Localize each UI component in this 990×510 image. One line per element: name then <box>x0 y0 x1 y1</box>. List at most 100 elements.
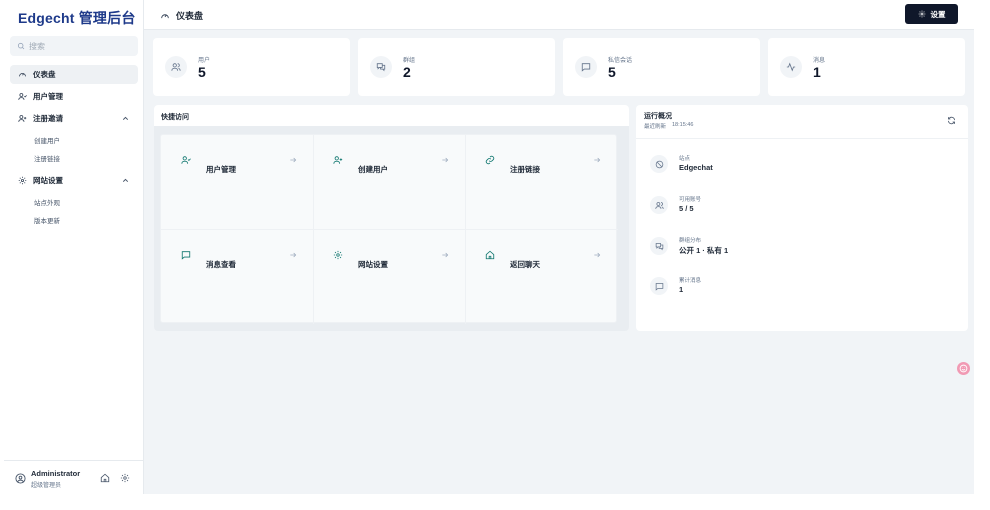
quick-access-grid: 用户管理 创建用户 注册链接 消息查看 网站设置 返回聊天 <box>160 134 618 325</box>
users-icon <box>17 92 27 102</box>
gauge-icon <box>161 13 169 18</box>
globe-icon <box>655 160 663 168</box>
overview-title: 运行概况 <box>644 113 672 120</box>
stat-value: 2 <box>403 64 411 80</box>
sidebar-item-label: 注册邀请 <box>33 114 63 123</box>
brand-logo[interactable]: Edgecht 管理后台 <box>18 8 136 28</box>
quick-access-header: 快捷访问 <box>154 105 629 126</box>
settings-button-label: 设置 <box>930 9 946 19</box>
user-avatar-icon[interactable] <box>15 473 26 484</box>
users-icon <box>171 63 181 71</box>
overview-row-label: 累计消息 <box>679 278 702 284</box>
sidebar-item-site-settings[interactable]: 网站设置 <box>10 171 138 190</box>
search-box[interactable] <box>10 36 138 56</box>
chat-group-icon <box>376 63 386 72</box>
sidebar-item-label: 网站设置 <box>33 176 63 185</box>
user-plus-icon <box>17 114 27 124</box>
admin-name: Administrator <box>31 469 81 478</box>
stat-value: 5 <box>608 64 616 80</box>
search-icon <box>17 42 25 50</box>
refresh-icon[interactable] <box>947 116 956 125</box>
floating-assistant-button[interactable] <box>957 362 970 375</box>
sidebar-item-invites[interactable]: 注册邀请 <box>10 109 138 128</box>
overview-row-site: 站点 Edgechat <box>650 151 950 177</box>
overview-refreshed-time: 18:15:46 <box>672 122 694 128</box>
overview-refreshed-label: 最近刷新 <box>644 124 667 130</box>
gauge-icon <box>17 70 27 80</box>
quick-tile-register-link[interactable]: 注册链接 <box>465 135 617 230</box>
users-icon <box>181 156 191 164</box>
quick-tile-label: 返回聊天 <box>510 260 540 269</box>
stat-card-groups[interactable]: 群组 2 <box>358 38 555 96</box>
top-header: 仪表盘 设置 <box>144 0 974 30</box>
overview-row-label: 站点 <box>679 156 691 162</box>
quick-tile-site-settings[interactable]: 网站设置 <box>313 230 465 325</box>
sidebar-item-users[interactable]: 用户管理 <box>10 87 138 106</box>
app-window: Edgecht 管理后台 仪表盘 用户管理 注册邀请 创建用户 注册链接 网站设… <box>4 0 974 494</box>
sidebar-subitem-appearance[interactable]: 站点外观 <box>34 197 60 207</box>
home-icon[interactable] <box>100 473 110 483</box>
stat-label: 群组 <box>403 58 416 64</box>
stat-label: 用户 <box>198 58 211 64</box>
quick-tile-messages[interactable]: 消息查看 <box>161 230 313 325</box>
sidebar-item-dashboard[interactable]: 仪表盘 <box>10 65 138 84</box>
stat-card-users[interactable]: 用户 5 <box>153 38 350 96</box>
admin-role: 超级管理员 <box>31 483 62 489</box>
page-title-text: 仪表盘 <box>176 11 204 21</box>
sidebar-subitem-updates[interactable]: 版本更新 <box>34 215 60 225</box>
overview-row-total-messages: 累计消息 1 <box>650 273 950 299</box>
activity-icon <box>786 62 796 72</box>
stat-label: 消息 <box>813 58 826 64</box>
users-icon <box>654 201 664 209</box>
quick-tile-label: 创建用户 <box>358 165 388 174</box>
sidebar-subitem-create-user[interactable]: 创建用户 <box>34 135 60 145</box>
page-title: 仪表盘 <box>160 9 203 22</box>
home-icon <box>485 250 495 260</box>
settings-button[interactable]: 设置 <box>905 4 958 24</box>
message-square-icon <box>655 282 663 291</box>
chevron-up-icon[interactable] <box>121 114 130 123</box>
gear-icon <box>333 250 343 260</box>
overview-row-value: 公开 1 · 私有 1 <box>679 246 729 255</box>
message-square-icon <box>181 251 191 260</box>
overview-row-value: Edgechat <box>679 163 713 172</box>
gear-icon[interactable] <box>120 473 130 483</box>
sidebar: Edgecht 管理后台 仪表盘 用户管理 注册邀请 创建用户 注册链接 网站设… <box>4 0 144 494</box>
arrow-right-icon <box>290 157 297 163</box>
stat-card-messages[interactable]: 消息 1 <box>768 38 965 96</box>
sidebar-subitem-register-link[interactable]: 注册链接 <box>34 153 60 163</box>
quick-tile-label: 消息查看 <box>206 260 236 269</box>
overview-panel: 运行概况 最近刷新 18:15:46 站点 Edgechat 可用账号 5 / … <box>636 105 968 331</box>
overview-row-value: 5 / 5 <box>679 204 694 213</box>
chat-group-icon <box>655 242 663 250</box>
stat-value: 5 <box>198 64 206 80</box>
smile-icon <box>959 364 968 373</box>
arrow-right-icon <box>594 252 601 258</box>
sidebar-item-label: 仪表盘 <box>33 70 56 79</box>
link-icon <box>485 155 495 165</box>
gear-icon <box>17 176 27 186</box>
overview-row-label: 可用账号 <box>679 197 702 203</box>
stat-value: 1 <box>813 64 821 80</box>
message-square-icon <box>581 63 591 72</box>
arrow-right-icon <box>594 157 601 163</box>
sidebar-footer: Administrator 超级管理员 <box>4 460 144 494</box>
quick-access-panel: 快捷访问 用户管理 创建用户 注册链接 消息查看 网站设置 返回聊天 <box>154 105 629 331</box>
user-plus-icon <box>333 156 343 164</box>
overview-row-group-distribution: 群组分布 公开 1 · 私有 1 <box>650 233 950 259</box>
overview-row-value: 1 <box>679 285 684 294</box>
quick-tile-user-management[interactable]: 用户管理 <box>161 135 313 230</box>
stat-label: 私信会话 <box>608 58 633 64</box>
quick-tile-label: 注册链接 <box>510 165 540 174</box>
overview-row-label: 群组分布 <box>679 238 702 244</box>
chevron-up-icon[interactable] <box>121 176 130 185</box>
arrow-right-icon <box>442 252 449 258</box>
quick-tile-back-to-chat[interactable]: 返回聊天 <box>465 230 617 325</box>
arrow-right-icon <box>442 157 449 163</box>
stat-card-dms[interactable]: 私信会话 5 <box>563 38 760 96</box>
search-input[interactable] <box>29 41 129 51</box>
quick-tile-create-user[interactable]: 创建用户 <box>313 135 465 230</box>
quick-access-title: 快捷访问 <box>161 114 189 121</box>
quick-tile-label: 用户管理 <box>206 165 236 174</box>
quick-tile-label: 网站设置 <box>358 260 388 269</box>
